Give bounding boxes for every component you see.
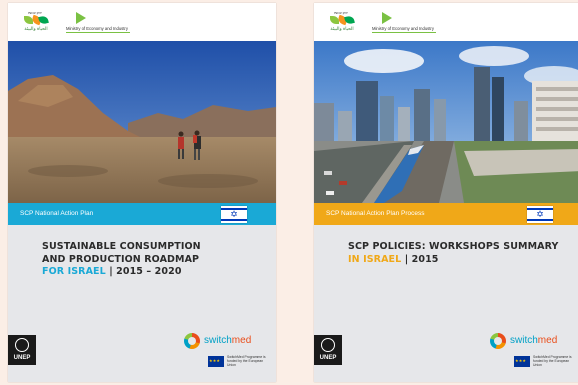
ministry-underline <box>372 32 436 33</box>
cover-band: SCP National Action Plan ✡ <box>8 203 276 225</box>
unep-label: UNEP <box>319 355 337 361</box>
city-photo-illustration <box>314 41 578 203</box>
desert-photo-illustration <box>8 41 276 203</box>
cover-photo-city-railway <box>314 41 578 203</box>
star-of-david-icon: ✡ <box>536 209 544 219</box>
cover-title: SCP POLICIES: WORKSHOPS SUMMARY IN ISRAE… <box>348 241 568 266</box>
unep-logo: UNEP <box>8 335 36 365</box>
eu-funding-note: SwitchMed Programme is funded by the Eur… <box>514 355 574 369</box>
title-highlight: FOR ISRAEL <box>42 266 106 277</box>
cover-band: SCP National Action Plan Process ✡ <box>314 203 578 225</box>
ministry-play-icon <box>382 12 392 24</box>
ministry-name: Ministry of Economy and Industry <box>66 26 128 31</box>
eu-funding-text: SwitchMed Programme is funded by the Eur… <box>227 355 266 367</box>
report-cover-roadmap[interactable]: ירוק עכשיו الحياة والبيئة Ministry of Ec… <box>8 3 276 382</box>
partner-logo: ירוק עכשיו الحياة والبيئة <box>324 11 358 35</box>
eu-funding-note: SwitchMed Programme is funded by the Eur… <box>208 355 268 369</box>
title-line-1: SUSTAINABLE CONSUMPTION <box>42 241 201 252</box>
unep-label: UNEP <box>13 355 31 361</box>
star-of-david-icon: ✡ <box>230 209 238 219</box>
title-years: | 2015 – 2020 <box>109 266 182 277</box>
report-cover-workshops[interactable]: ירוק עכשיו الحياة والبيئة Ministry of Ec… <box>314 3 578 382</box>
ministry-logo: Ministry of Economy and Industry <box>66 12 134 36</box>
switchmed-word-switch: switch <box>204 335 232 346</box>
title-years: | 2015 <box>404 253 439 265</box>
israel-flag-icon: ✡ <box>221 206 247 223</box>
unep-logo: UNEP <box>314 335 342 365</box>
logo-bar: ירוק עכשיו الحياة والبيئة Ministry of Ec… <box>314 3 578 41</box>
globe-icon <box>15 338 29 352</box>
ministry-name: Ministry of Economy and Industry <box>372 26 434 31</box>
switchmed-swirl-icon <box>184 333 200 349</box>
switchmed-logo: switchmed <box>184 332 264 352</box>
title-line-2: AND PRODUCTION ROADMAP <box>42 253 200 265</box>
band-label: SCP National Action Plan Process <box>326 210 425 217</box>
ministry-play-icon <box>76 12 86 24</box>
switchmed-word-med: med <box>231 335 252 346</box>
partner-logo: ירוק עכשיו الحياة والبيئة <box>18 11 52 35</box>
israel-flag-icon: ✡ <box>527 206 553 223</box>
ministry-logo: Ministry of Economy and Industry <box>372 12 440 36</box>
title-highlight: IN ISRAEL <box>348 253 402 265</box>
title-line-1: SCP POLICIES: WORKSHOPS SUMMARY <box>348 241 559 252</box>
eu-funding-text: SwitchMed Programme is funded by the Eur… <box>533 355 572 367</box>
partner-logo-arabic: الحياة والبيئة <box>24 26 48 31</box>
globe-icon <box>321 338 335 352</box>
cover-title: SUSTAINABLE CONSUMPTION AND PRODUCTION R… <box>42 241 262 279</box>
switchmed-swirl-icon <box>490 333 506 349</box>
cover-photo-desert-hikers <box>8 41 276 203</box>
switchmed-logo: switchmed <box>490 332 570 352</box>
logo-bar: ירוק עכשיו الحياة والبيئة Ministry of Ec… <box>8 3 276 41</box>
ministry-underline <box>66 32 130 33</box>
eu-flag-icon <box>514 356 530 367</box>
eu-flag-icon <box>208 356 224 367</box>
switchmed-word-switch: switch <box>510 335 538 346</box>
band-label: SCP National Action Plan <box>20 210 94 217</box>
switchmed-word-med: med <box>537 335 558 346</box>
partner-logo-arabic: الحياة والبيئة <box>330 26 354 31</box>
